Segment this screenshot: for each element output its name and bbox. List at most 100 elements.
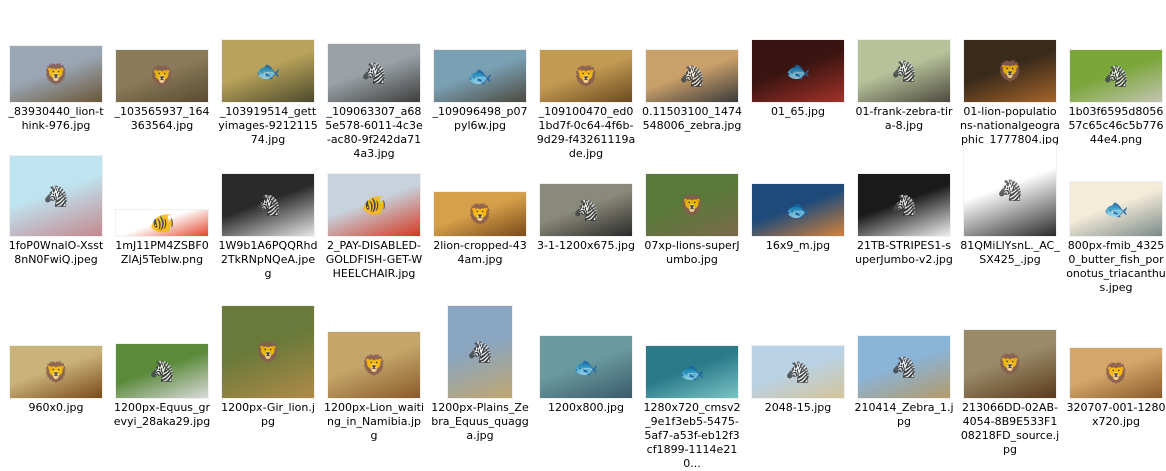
file-thumbnail[interactable]: 🦁 — [222, 306, 314, 398]
file-name-label: 07xp-lions-superJumbo.jpg — [644, 239, 740, 266]
file-thumbnail[interactable]: 🐟 — [434, 50, 526, 102]
fish-photo-icon: 🐟 — [255, 59, 281, 83]
file-thumbnail[interactable]: 🦓 — [10, 156, 102, 236]
file-thumbnail[interactable]: 🦁 — [646, 174, 738, 236]
file-item[interactable]: 🦁 07xp-lions-superJumbo.jpg — [640, 138, 744, 267]
file-name-label: 2_PAY-DISABLED-GOLDFISH-GET-WHEELCHAIR.j… — [325, 239, 423, 280]
file-name-label: 210414_Zebra_1.jpg — [854, 401, 954, 428]
file-thumbnail[interactable]: 🦁 — [964, 40, 1056, 102]
file-item[interactable]: 🦁 01-lion-populations-nationalgeographic_… — [958, 4, 1062, 147]
file-item[interactable]: 🐟 _103919514_gettyimages-921211574.jpg — [216, 4, 320, 147]
thumbnail-area: 🦓 — [110, 300, 214, 400]
zebra-photo-icon: 🦓 — [997, 178, 1023, 202]
file-thumbnail[interactable]: 🦓 — [116, 344, 208, 398]
thumbnail-area: 🦁 — [958, 4, 1062, 104]
file-thumbnail[interactable]: 🦓 — [964, 144, 1056, 236]
file-thumbnail[interactable]: 🦁 — [328, 332, 420, 398]
file-item[interactable]: 🐟 1200x800.jpg — [534, 300, 638, 415]
file-item[interactable]: 🦓 3-1-1200x675.jpg — [534, 138, 638, 253]
file-name-label: 3-1-1200x675.jpg — [537, 239, 635, 252]
fish-photo-icon: 🐟 — [785, 198, 811, 222]
file-item[interactable]: 🐟 1280x720_cmsv2_9e1f3eb5-5475-5af7-a53f-… — [640, 300, 744, 471]
thumbnail-area: 🦓 — [852, 138, 956, 238]
file-thumbnail[interactable]: 🦓 — [646, 50, 738, 102]
file-item[interactable]: 🦁 213066DD-02AB-4054-8B9E533F108218FD_sou… — [958, 300, 1062, 457]
file-item[interactable]: 🐟 800px-fmib_43250_butter_fish_poronotus_… — [1064, 138, 1166, 295]
file-thumbnail[interactable]: 🦓 — [540, 184, 632, 236]
thumbnail-area: 🦓 — [852, 4, 956, 104]
thumbnail-area: 🐟 — [746, 138, 850, 238]
file-thumbnail[interactable]: 🐠 — [116, 210, 208, 236]
file-thumbnail[interactable]: 🦓 — [1070, 50, 1162, 102]
file-item[interactable]: 🦓 1200px-Equus_grevyi_28aka29.jpg — [110, 300, 214, 429]
file-item[interactable]: 🦁 _103565937_164363564.jpg — [110, 4, 214, 133]
file-item[interactable]: 🦓 210414_Zebra_1.jpg — [852, 300, 956, 429]
thumbnail-area: 🦓 — [4, 138, 108, 238]
lion-photo-icon: 🦁 — [361, 353, 387, 377]
fish-photo-icon: 🐟 — [467, 64, 493, 88]
file-item[interactable]: 🦁 2lion-cropped-434am.jpg — [428, 138, 532, 267]
file-item[interactable]: 🦓 1W9b1A6PQQRhd2TkRNpNQeA.jpeg — [216, 138, 320, 281]
zebra-photo-icon: 🦓 — [1103, 64, 1129, 88]
file-thumbnail[interactable]: 🐟 — [752, 40, 844, 102]
file-item[interactable]: 🦓 1b03f6595d805657c65c46c5b77644e4.png — [1064, 4, 1166, 147]
file-thumbnail[interactable]: 🐟 — [540, 336, 632, 398]
file-item[interactable]: 🦓 01-frank-zebra-tira-8.jpg — [852, 4, 956, 133]
file-thumbnail[interactable]: 🦓 — [328, 44, 420, 102]
thumbnail-area: 🦓 — [428, 300, 532, 400]
file-thumbnail[interactable]: 🦓 — [222, 174, 314, 236]
thumbnail-area: 🦁 — [4, 4, 108, 104]
file-thumbnail[interactable]: 🦓 — [858, 40, 950, 102]
thumbnail-area: 🦓 — [640, 4, 744, 104]
file-name-label: 0.11503100_1474548006_zebra.jpg — [642, 105, 742, 132]
file-item[interactable]: 🦓 81QMiLlYsnL._AC_SX425_.jpg — [958, 138, 1062, 267]
thumbnail-area: 🦁 — [958, 300, 1062, 400]
file-item[interactable]: 🦁 1200px-Gir_lion.jpg — [216, 300, 320, 429]
file-item[interactable]: 🐠 2_PAY-DISABLED-GOLDFISH-GET-WHEELCHAIR.… — [322, 138, 426, 281]
file-item[interactable]: 🦓 1foP0WnalO-Xsst8nN0FwiQ.jpeg — [4, 138, 108, 267]
file-thumbnail[interactable]: 🦓 — [752, 346, 844, 398]
file-grid: 🦁 _83930440_lion-think-976.jpg 🦁 _103565937… — [0, 0, 1166, 470]
file-item[interactable]: 🐟 01_65.jpg — [746, 4, 850, 119]
file-thumbnail[interactable]: 🦁 — [964, 330, 1056, 398]
lion-photo-icon: 🦁 — [43, 62, 69, 86]
file-thumbnail[interactable]: 🐟 — [752, 184, 844, 236]
file-item[interactable]: 🐠 1mJ11PM4ZSBF0ZlAj5Teblw.png — [110, 138, 214, 267]
file-thumbnail[interactable]: 🦁 — [10, 346, 102, 398]
file-name-label: 960x0.jpg — [28, 401, 84, 414]
file-thumbnail[interactable]: 🦁 — [434, 192, 526, 236]
file-item[interactable]: 🦁 960x0.jpg — [4, 300, 108, 415]
file-thumbnail[interactable]: 🐟 — [1070, 182, 1162, 236]
thumbnail-area: 🦁 — [216, 300, 320, 400]
file-thumbnail[interactable]: 🦁 — [540, 50, 632, 102]
file-name-label: 1200px-Lion_waiting_in_Namibia.jpg — [324, 401, 425, 442]
file-thumbnail[interactable]: 🦁 — [116, 50, 208, 102]
file-thumbnail[interactable]: 🦁 — [10, 46, 102, 102]
thumbnail-area: 🦓 — [534, 138, 638, 238]
file-item[interactable]: 🦁 320707-001-1280x720.jpg — [1064, 300, 1166, 429]
file-thumbnail[interactable]: 🦁 — [1070, 348, 1162, 398]
file-thumbnail[interactable]: 🐠 — [328, 174, 420, 236]
file-thumbnail[interactable]: 🦓 — [858, 336, 950, 398]
file-name-label: 01_65.jpg — [770, 105, 825, 118]
file-item[interactable]: 🦓 21TB-STRIPES1-superJumbo-v2.jpg — [852, 138, 956, 267]
file-item[interactable]: 🦓 2048-15.jpg — [746, 300, 850, 415]
lion-photo-icon: 🦁 — [1103, 361, 1129, 385]
file-thumbnail[interactable]: 🐟 — [222, 40, 314, 102]
file-name-label: _109096498_p07pyl6w.jpg — [432, 105, 528, 132]
file-item[interactable]: 🐟 16x9_m.jpg — [746, 138, 850, 253]
file-item[interactable]: 🐟 _109096498_p07pyl6w.jpg — [428, 4, 532, 133]
fish-photo-icon: 🐟 — [573, 355, 599, 379]
thumbnail-area: 🦁 — [534, 4, 638, 104]
file-name-label: 1200x800.jpg — [547, 401, 625, 414]
file-item[interactable]: 🦓 0.11503100_1474548006_zebra.jpg — [640, 4, 744, 133]
file-item[interactable]: 🦁 1200px-Lion_waiting_in_Namibia.jpg — [322, 300, 426, 443]
file-thumbnail[interactable]: 🦓 — [448, 306, 512, 398]
thumbnail-area: 🦓 — [1064, 4, 1166, 104]
thumbnail-area: 🐟 — [216, 4, 320, 104]
file-thumbnail[interactable]: 🦓 — [858, 174, 950, 236]
file-item[interactable]: 🦁 _83930440_lion-think-976.jpg — [4, 4, 108, 133]
thumbnail-area: 🦓 — [216, 138, 320, 238]
file-thumbnail[interactable]: 🐟 — [646, 346, 738, 398]
file-item[interactable]: 🦓 1200px-Plains_Zebra_Equus_quagga.jpg — [428, 300, 532, 443]
